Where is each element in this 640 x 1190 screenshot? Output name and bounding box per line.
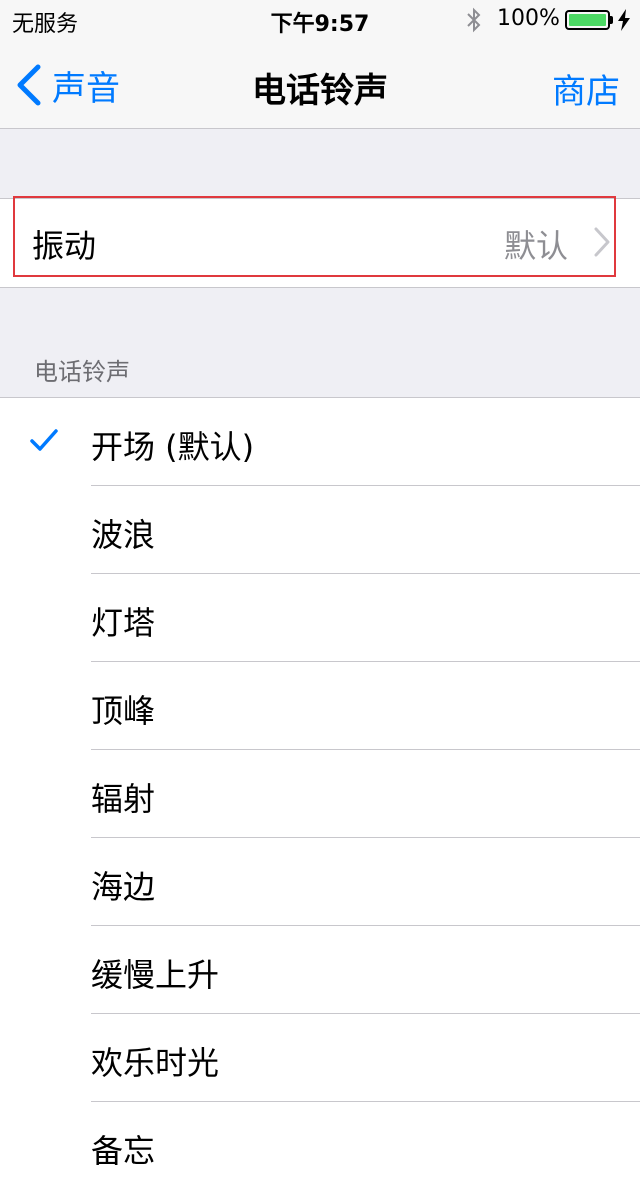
ringtone-item[interactable]: 开场 (默认): [0, 398, 640, 486]
ringtone-name: 海边: [91, 868, 156, 906]
vibration-row[interactable]: 振动 默认: [0, 199, 640, 287]
charging-bolt-icon: [618, 9, 630, 31]
battery-tip: [610, 16, 613, 24]
page-title: 电话铃声: [252, 71, 388, 111]
ringtone-item[interactable]: 欢乐时光: [0, 1014, 640, 1102]
battery-percent: 100%: [497, 6, 560, 31]
section-header: 电话铃声: [34, 358, 130, 386]
ringtone-name: 开场 (默认): [91, 428, 255, 466]
ringtone-name: 波浪: [91, 516, 156, 554]
navigation-bar: 声音 电话铃声 商店: [0, 40, 640, 129]
ringtone-item[interactable]: 缓慢上升: [0, 926, 640, 1014]
ringtone-item[interactable]: 海边: [0, 838, 640, 926]
vibration-value: 默认: [503, 227, 568, 265]
ringtone-item[interactable]: 波浪: [0, 486, 640, 574]
bluetooth-icon: [467, 7, 481, 33]
ringtone-name: 备忘: [91, 1132, 156, 1170]
status-bar: 无服务 下午9:57 100%: [0, 0, 640, 40]
vibration-group: 振动 默认: [0, 198, 640, 288]
checkmark-icon: [30, 429, 58, 451]
ringtone-list: 开场 (默认) 波浪灯塔顶峰辐射海边缓慢上升欢乐时光备忘: [0, 397, 640, 1190]
chevron-right-icon: [594, 227, 610, 257]
ringtone-name: 缓慢上升: [91, 956, 220, 994]
battery-icon: [565, 10, 610, 30]
ringtone-name: 灯塔: [91, 604, 156, 642]
ringtone-item[interactable]: 备忘: [0, 1102, 640, 1190]
store-button[interactable]: 商店: [552, 64, 620, 113]
ringtone-name: 辐射: [91, 780, 156, 818]
ringtone-item[interactable]: 辐射: [0, 750, 640, 838]
vibration-label: 振动: [32, 227, 97, 265]
ringtone-name: 顶峰: [91, 692, 156, 730]
ringtone-item[interactable]: 灯塔: [0, 574, 640, 662]
ringtone-name: 欢乐时光: [91, 1044, 220, 1082]
ringtone-item[interactable]: 顶峰: [0, 662, 640, 750]
